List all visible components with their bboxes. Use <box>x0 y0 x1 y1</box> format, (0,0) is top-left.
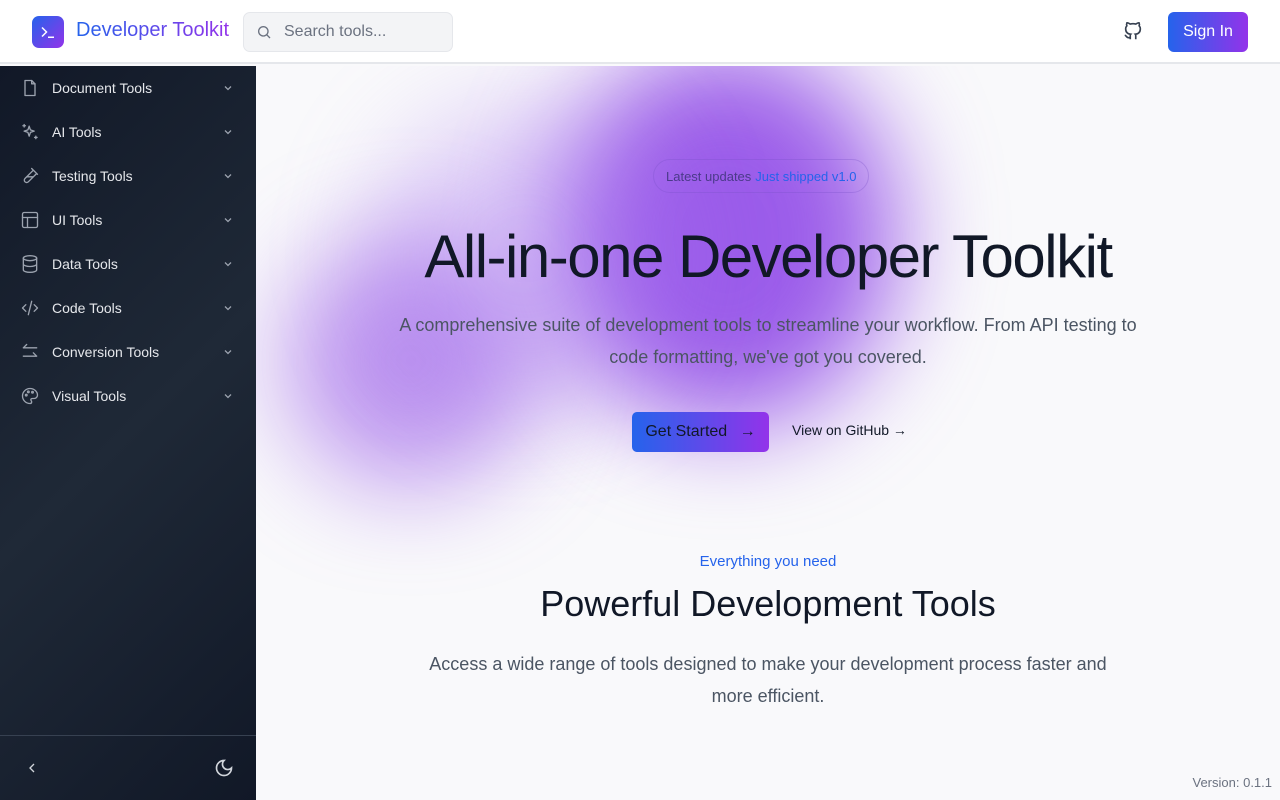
main-content: Latest updates Just shipped v1.0 All-in-o… <box>256 66 1280 800</box>
sidebar-item-code-tools[interactable]: Code Tools <box>0 286 256 330</box>
sidebar-item-ai-tools[interactable]: AI Tools <box>0 110 256 154</box>
arrows-icon <box>22 343 38 357</box>
sidebar-item-document-tools[interactable]: Document Tools <box>0 66 256 110</box>
sidebar-item-label: Document Tools <box>52 80 153 96</box>
sidebar-item-label: AI Tools <box>52 124 102 140</box>
hero-subtitle: A comprehensive suite of development too… <box>399 315 1137 367</box>
features-description: Access a wide range of tools designed to… <box>429 654 1107 706</box>
layout-icon <box>21 211 39 229</box>
sidebar-item-label: Testing Tools <box>52 168 133 184</box>
view-on-github-link[interactable]: View on GitHub → <box>792 422 907 438</box>
search-input[interactable] <box>284 23 434 41</box>
collapse-sidebar-icon[interactable] <box>24 760 40 776</box>
version-label: Version: 0.1.1 <box>1192 775 1273 790</box>
chevron-down-icon[interactable] <box>222 258 234 270</box>
sidebar-item-conversion-tools[interactable]: Conversion Tools <box>0 330 256 374</box>
file-icon <box>24 79 36 97</box>
sign-in-button[interactable]: Sign In <box>1168 12 1248 52</box>
code-icon <box>21 300 39 316</box>
chevron-down-icon[interactable] <box>222 302 234 314</box>
sidebar-footer <box>0 735 256 800</box>
sidebar-item-label: Visual Tools <box>52 388 127 404</box>
chevron-down-icon[interactable] <box>222 82 234 94</box>
sidebar-item-label: Code Tools <box>52 300 122 316</box>
github-icon[interactable] <box>1122 20 1144 42</box>
features-title: Powerful Development Tools <box>540 583 996 624</box>
search-box[interactable] <box>243 12 453 52</box>
sparkles-icon <box>22 123 38 140</box>
features-eyebrow: Everything you need <box>699 553 837 570</box>
get-started-button[interactable]: Get Started → <box>632 412 769 452</box>
sidebar-item-testing-tools[interactable]: Testing Tools <box>0 154 256 198</box>
chevron-down-icon[interactable] <box>222 214 234 226</box>
top-header: Developer Toolkit Sign In <box>0 0 1280 64</box>
brand-name[interactable]: Developer Toolkit <box>76 19 229 42</box>
sidebar-item-ui-tools[interactable]: UI Tools <box>0 198 256 242</box>
test-tube-icon <box>23 167 39 184</box>
chevron-down-icon[interactable] <box>222 346 234 358</box>
chevron-down-icon[interactable] <box>222 390 234 402</box>
moon-icon[interactable] <box>214 758 234 778</box>
hero-title: All-in-one Developer Toolkit <box>424 223 1113 290</box>
sidebar-item-label: Data Tools <box>52 256 118 272</box>
sidebar-item-label: UI Tools <box>52 212 103 228</box>
latest-updates-badge[interactable]: Latest updates Just shipped v1.0 <box>653 159 870 193</box>
sidebar-item-data-tools[interactable]: Data Tools <box>0 242 256 286</box>
chevron-down-icon[interactable] <box>222 126 234 138</box>
sidebar-item-label: Conversion Tools <box>52 344 160 360</box>
sidebar: Document Tools AI Tools Testing Tools UI To… <box>0 66 256 800</box>
chevron-down-icon[interactable] <box>222 170 234 182</box>
palette-icon <box>21 387 39 405</box>
sidebar-item-visual-tools[interactable]: Visual Tools <box>0 374 256 418</box>
terminal-logo-icon[interactable] <box>32 16 64 48</box>
database-icon <box>22 255 38 273</box>
arrow-right-icon: → <box>739 423 756 440</box>
search-icon <box>258 26 271 39</box>
